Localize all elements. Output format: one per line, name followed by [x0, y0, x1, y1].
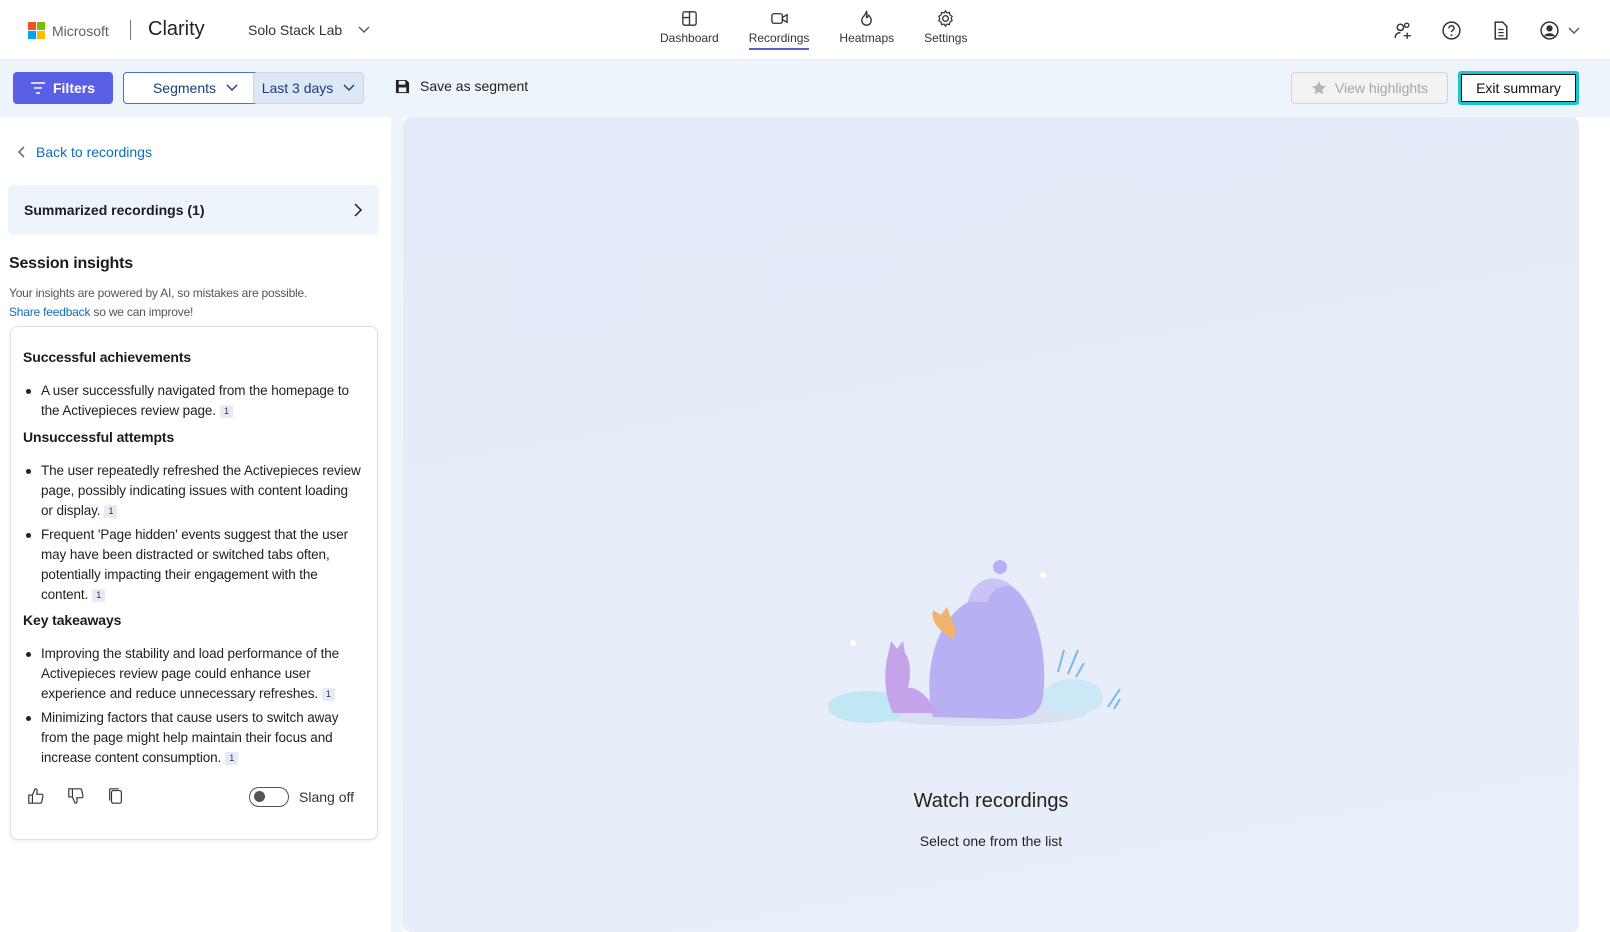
disclaimer-tail: so we can improve!	[93, 305, 194, 319]
summarized-recordings-label: Summarized recordings (1)	[24, 202, 205, 218]
user-avatar-icon	[1540, 21, 1559, 40]
header-actions	[1392, 20, 1580, 41]
chevron-down-icon	[358, 26, 370, 33]
chevron-down-icon	[343, 84, 355, 91]
filter-toolbar: Filters Segments Last 3 days Save as seg…	[0, 60, 1610, 117]
toggle-switch[interactable]	[249, 787, 289, 807]
insight-text: A user successfully navigated from the h…	[41, 383, 349, 418]
date-range-dropdown[interactable]: Last 3 days	[253, 72, 364, 104]
insight-item: A user successfully navigated from the h…	[26, 381, 363, 421]
summarized-recordings-card[interactable]: Summarized recordings (1)	[8, 185, 379, 235]
dashboard-icon	[682, 11, 697, 26]
nav-recordings[interactable]: Recordings	[734, 9, 825, 50]
app-title[interactable]: Clarity	[148, 18, 205, 41]
empty-state-title: Watch recordings	[913, 790, 1069, 812]
nav-settings-label: Settings	[924, 31, 968, 45]
slang-label: Slang off	[299, 789, 355, 805]
citation-badge[interactable]: 1	[104, 504, 118, 518]
microsoft-logo[interactable]: Microsoft	[28, 22, 109, 39]
insights-sidebar: Back to recordings Summarized recordings…	[0, 117, 391, 932]
section-title-takeaways: Key takeaways	[23, 612, 122, 628]
nav-settings[interactable]: Settings	[909, 9, 982, 50]
date-range-label: Last 3 days	[261, 80, 334, 96]
filter-icon	[30, 82, 45, 94]
project-selector[interactable]: Solo Stack Lab	[248, 22, 370, 38]
microsoft-logo-text: Microsoft	[52, 22, 109, 39]
nav-dashboard-label: Dashboard	[660, 31, 719, 45]
filters-button[interactable]: Filters	[13, 72, 113, 104]
chevron-left-icon	[18, 146, 25, 158]
empty-state-subtitle: Select one from the list	[919, 833, 1063, 849]
document-icon[interactable]	[1490, 20, 1511, 41]
flame-icon	[861, 10, 873, 26]
session-insights-title: Session insights	[9, 255, 133, 272]
nav-heatmaps[interactable]: Heatmaps	[824, 9, 909, 50]
sidebar-gutter	[391, 117, 403, 932]
exit-summary-button[interactable]: Exit summary	[1458, 71, 1579, 105]
section-title-unsuccessful: Unsuccessful attempts	[23, 429, 175, 445]
save-icon	[395, 79, 410, 93]
citation-badge[interactable]: 1	[225, 751, 239, 765]
thumbs-down-icon[interactable]	[67, 787, 85, 805]
top-bar: Microsoft Clarity Solo Stack Lab Dashboa…	[0, 0, 1610, 60]
back-to-recordings-link[interactable]: Back to recordings	[18, 144, 152, 160]
slang-toggle[interactable]: Slang off	[249, 787, 354, 807]
insight-item: Improving the stability and load perform…	[26, 644, 363, 704]
back-label: Back to recordings	[36, 144, 152, 160]
insight-text: The user repeatedly refreshed the Active…	[41, 463, 361, 518]
view-highlights-button[interactable]: View highlights	[1291, 72, 1448, 104]
segments-dropdown[interactable]: Segments	[123, 72, 268, 104]
toggle-knob	[254, 791, 265, 802]
segments-label: Segments	[152, 80, 217, 96]
insight-item: Frequent 'Page hidden' events suggest th…	[26, 525, 363, 605]
account-menu[interactable]	[1539, 20, 1580, 41]
disclaimer-line: Your insights are powered by AI, so mist…	[9, 286, 308, 300]
chevron-down-icon	[1568, 27, 1580, 34]
citation-badge[interactable]: 1	[322, 687, 335, 701]
feedback-actions	[27, 787, 125, 805]
chevron-down-icon	[226, 84, 238, 91]
nav-heatmaps-label: Heatmaps	[839, 31, 895, 45]
ai-disclaimer: Your insights are powered by AI, so mist…	[9, 284, 307, 322]
gear-icon	[938, 9, 954, 28]
view-highlights-label: View highlights	[1334, 80, 1429, 96]
insight-text: Frequent 'Page hidden' events suggest th…	[41, 527, 349, 602]
main-nav: Dashboard Recordings Heatmaps Settings	[645, 9, 982, 50]
nav-dashboard[interactable]: Dashboard	[645, 9, 734, 50]
video-camera-icon	[770, 13, 788, 24]
nav-recordings-label: Recordings	[748, 31, 810, 50]
share-people-icon[interactable]	[1392, 20, 1413, 41]
insight-text: Improving the stability and load perform…	[41, 646, 340, 701]
insights-card: Successful achievements A user successfu…	[10, 326, 378, 840]
insight-item: Minimizing factors that cause users to s…	[26, 708, 363, 768]
insight-item: The user repeatedly refreshed the Active…	[26, 461, 363, 521]
citation-badge[interactable]: 1	[92, 588, 106, 602]
section-title-achievements: Successful achievements	[23, 349, 192, 365]
save-segment-label: Save as segment	[420, 78, 529, 94]
chevron-right-icon	[354, 203, 363, 217]
save-segment-button[interactable]: Save as segment	[395, 78, 528, 94]
recording-player-area: Watch recordings Select one from the lis…	[403, 117, 1579, 932]
insight-text: Minimizing factors that cause users to s…	[41, 710, 339, 765]
star-icon	[1312, 81, 1326, 95]
citation-badge[interactable]: 1	[219, 404, 233, 418]
thumbs-up-icon[interactable]	[27, 787, 45, 805]
bear-fox-cat-illustration	[828, 560, 1121, 726]
logo-divider	[130, 20, 131, 40]
copy-icon[interactable]	[107, 787, 125, 805]
project-name: Solo Stack Lab	[248, 22, 343, 38]
exit-summary-label: Exit summary	[1476, 80, 1561, 96]
microsoft-logo-icon	[28, 22, 45, 39]
filters-label: Filters	[52, 80, 95, 96]
share-feedback-link[interactable]: Share feedback	[9, 305, 90, 319]
help-icon[interactable]	[1441, 20, 1462, 41]
